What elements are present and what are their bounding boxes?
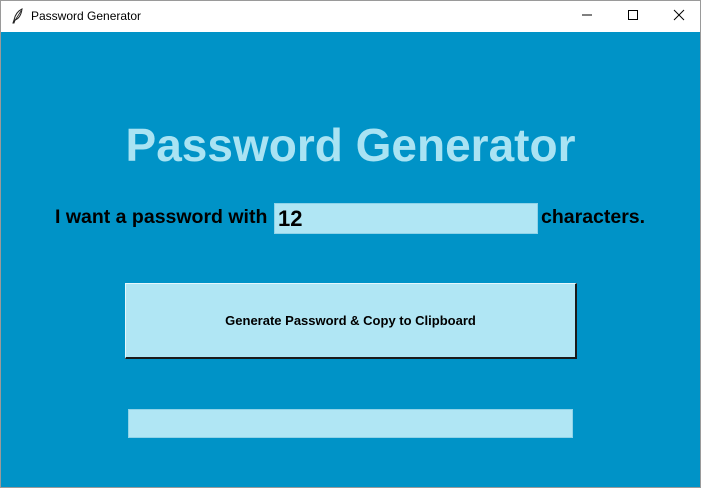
title-bar[interactable]: Password Generator: [1, 1, 700, 32]
maximize-button[interactable]: [610, 1, 656, 32]
generate-button[interactable]: Generate Password & Copy to Clipboard: [125, 283, 577, 359]
length-suffix-label: characters.: [541, 206, 646, 228]
page-title: Password Generator: [125, 119, 576, 171]
generate-button-label: Generate Password & Copy to Clipboard: [225, 313, 476, 328]
close-button[interactable]: [656, 1, 700, 32]
minimize-button[interactable]: [564, 1, 610, 32]
length-input[interactable]: 12: [274, 203, 538, 234]
app-window: Password Generator Password Generator I …: [0, 0, 701, 488]
main-panel: Password Generator I want a password wit…: [1, 32, 700, 487]
length-prefix-label: I want a password with: [55, 206, 268, 228]
feather-icon: [10, 8, 26, 24]
maximize-icon: [627, 8, 639, 26]
password-output-field[interactable]: [128, 409, 573, 438]
close-icon: [673, 8, 685, 26]
window-title: Password Generator: [31, 9, 142, 23]
minimize-icon: [581, 8, 593, 26]
